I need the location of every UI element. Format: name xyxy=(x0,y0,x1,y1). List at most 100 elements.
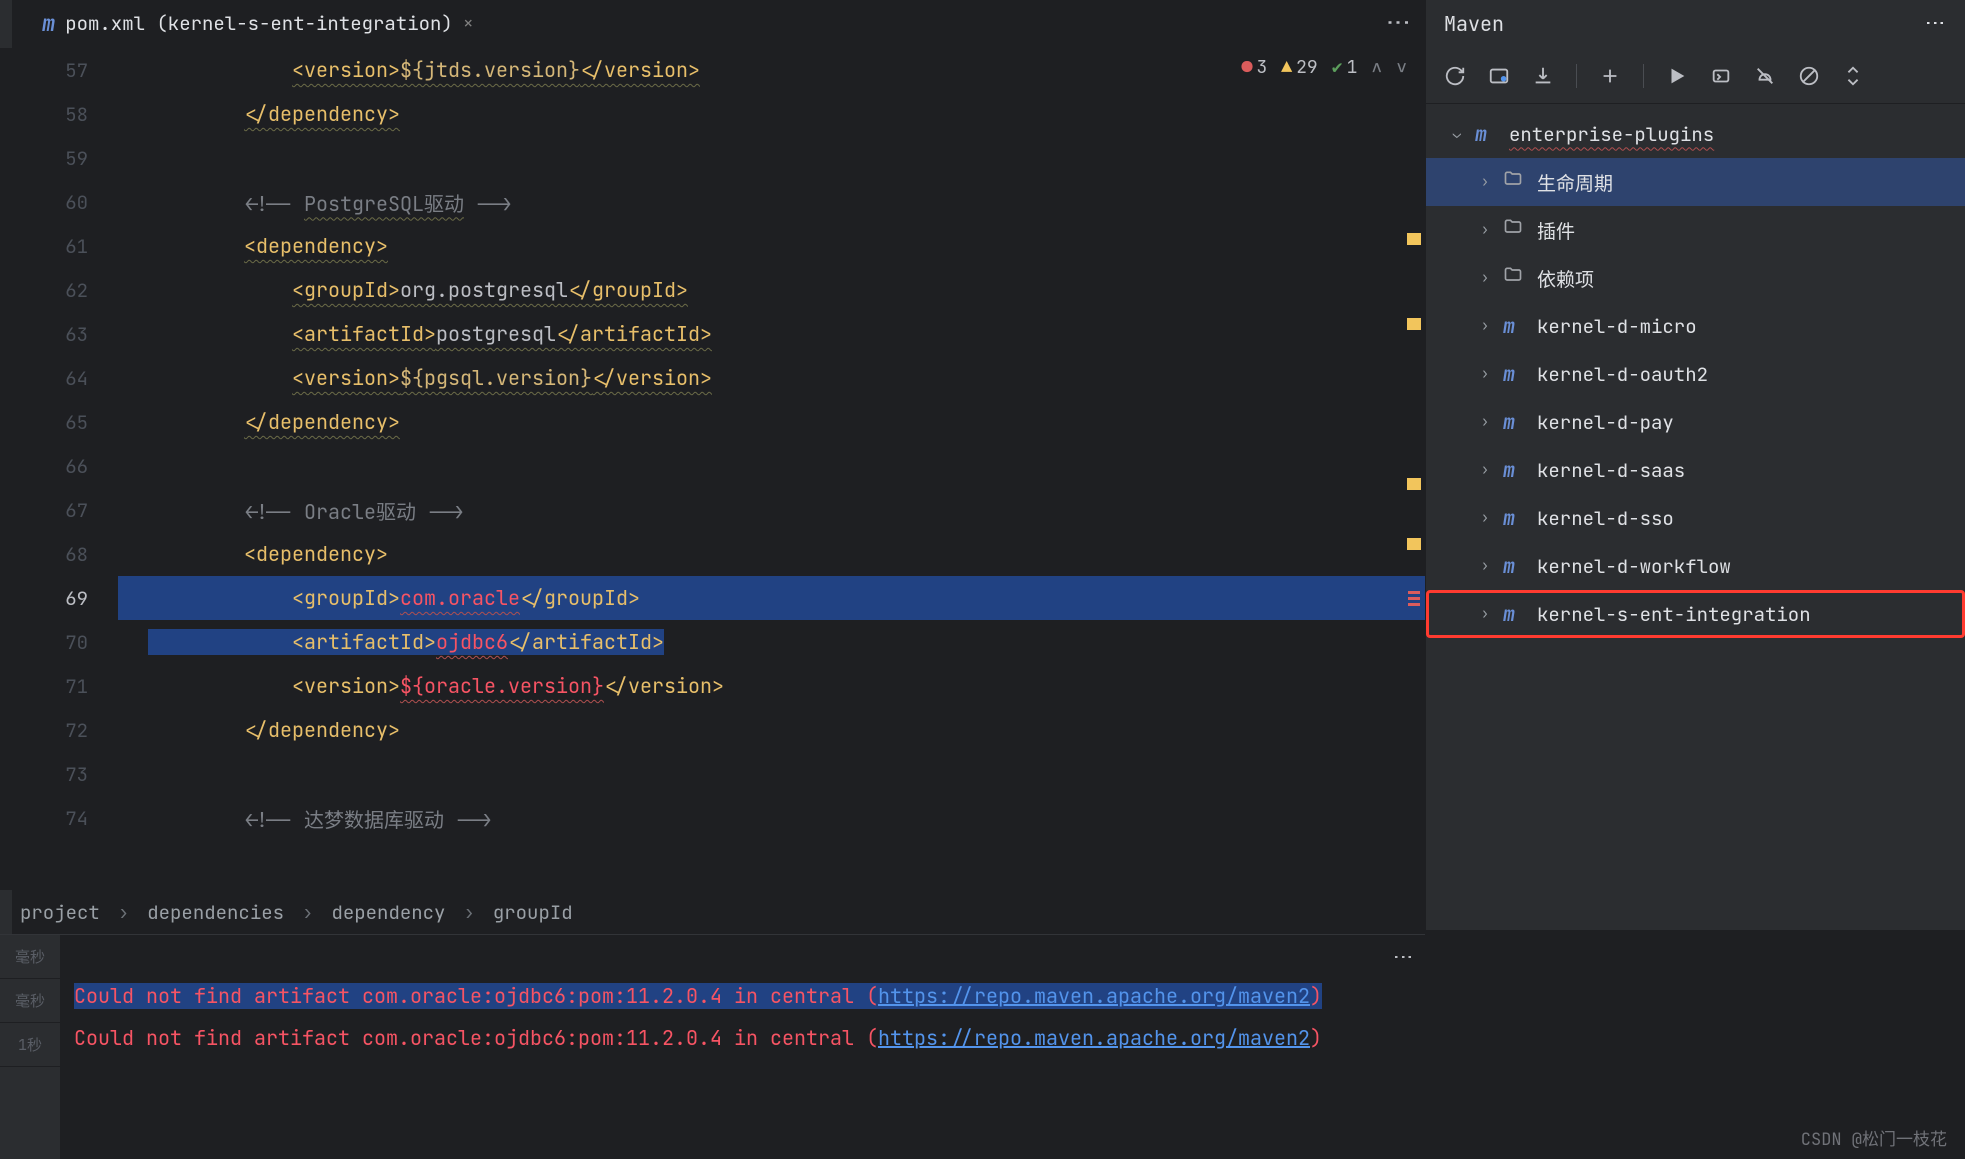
maven-tree-item[interactable]: ›生命周期 xyxy=(1426,158,1965,206)
generate-sources-icon[interactable] xyxy=(1488,65,1510,87)
tab-title: pom.xml (kernel-s-ent-integration) xyxy=(65,11,453,36)
console-line[interactable]: Could not find artifact com.oracle:ojdbc… xyxy=(74,975,1415,1017)
line-number[interactable]: 61 xyxy=(0,224,118,268)
chevron-right-icon[interactable]: › xyxy=(1475,221,1495,239)
line-number[interactable]: 64 xyxy=(0,356,118,400)
maven-node-label: kernel-d-workflow xyxy=(1537,554,1731,579)
line-number[interactable]: 68 xyxy=(0,532,118,576)
inspection-summary[interactable]: ●3 ▲29 ✔1 ∧ ∨ xyxy=(1242,56,1407,79)
ok-icon: ✔ xyxy=(1332,56,1343,79)
line-number[interactable]: 57 xyxy=(0,48,118,92)
build-output-panel: 毫秒 毫秒 1秒 Could not find artifact com.ora… xyxy=(0,934,1425,1159)
maven-tree-item[interactable]: ›mkernel-s-ent-integration xyxy=(1426,590,1965,638)
maven-module-icon: m xyxy=(1503,505,1529,531)
chevron-right-icon[interactable]: › xyxy=(1475,269,1495,287)
maven-tree-item[interactable]: ›mkernel-d-saas xyxy=(1426,446,1965,494)
editor-tab-bar: m pom.xml (kernel-s-ent-integration) × ⋮ xyxy=(0,0,1425,48)
error-marker[interactable] xyxy=(1408,597,1420,600)
line-number[interactable]: 73 xyxy=(0,752,118,796)
warning-marker[interactable] xyxy=(1407,233,1421,245)
maven-node-label: kernel-d-oauth2 xyxy=(1537,362,1708,387)
add-project-icon[interactable] xyxy=(1599,65,1621,87)
line-number[interactable]: 65 xyxy=(0,400,118,444)
chevron-right-icon[interactable]: › xyxy=(1475,317,1495,335)
line-number[interactable]: 71 xyxy=(0,664,118,708)
warning-marker[interactable] xyxy=(1407,318,1421,330)
code-area[interactable]: <version>${jtds.version}</version> </dep… xyxy=(118,48,1425,890)
maven-tree-item[interactable]: ›mkernel-d-oauth2 xyxy=(1426,350,1965,398)
maven-module-icon: m xyxy=(1475,121,1501,147)
maven-node-label: 依赖项 xyxy=(1537,265,1594,292)
chevron-right-icon[interactable]: › xyxy=(1475,509,1495,527)
maven-options-icon[interactable]: ⋮ xyxy=(1923,13,1949,35)
skip-tests-icon[interactable] xyxy=(1798,65,1820,87)
chevron-right-icon[interactable]: › xyxy=(1475,365,1495,383)
maven-module-icon: m xyxy=(1503,601,1529,627)
error-marker[interactable] xyxy=(1408,603,1420,606)
crumb[interactable]: project xyxy=(20,900,100,925)
error-marker[interactable] xyxy=(1408,591,1420,594)
folder-icon xyxy=(1503,265,1529,291)
crumb[interactable]: dependencies xyxy=(147,900,284,925)
line-gutter[interactable]: 57 58 59 60 61 62 63 64 65 66 67 68 69 7… xyxy=(0,48,118,890)
ok-count: 1 xyxy=(1347,56,1358,79)
folder-icon xyxy=(1503,217,1529,243)
line-number[interactable]: 63 xyxy=(0,312,118,356)
chevron-right-icon[interactable]: › xyxy=(1475,461,1495,479)
line-number[interactable]: 72 xyxy=(0,708,118,752)
maven-node-label: kernel-d-sso xyxy=(1537,506,1674,531)
editor-tab[interactable]: m pom.xml (kernel-s-ent-integration) × xyxy=(28,0,488,48)
download-sources-icon[interactable] xyxy=(1532,65,1554,87)
maven-module-icon: m xyxy=(1503,313,1529,339)
chevron-down-icon[interactable]: ⌄ xyxy=(1447,125,1467,143)
maven-tree-item[interactable]: ›插件 xyxy=(1426,206,1965,254)
line-number[interactable]: 62 xyxy=(0,268,118,312)
maven-node-label: kernel-d-pay xyxy=(1537,410,1674,435)
console-line[interactable]: Could not find artifact com.oracle:ojdbc… xyxy=(74,1017,1415,1059)
warning-marker[interactable] xyxy=(1407,538,1421,550)
error-count: 3 xyxy=(1256,56,1267,79)
maven-tree-item[interactable]: › 依赖项 xyxy=(1426,254,1965,302)
run-icon[interactable] xyxy=(1666,65,1688,87)
chevron-right-icon[interactable]: › xyxy=(1475,173,1495,191)
maven-tree-item[interactable]: ›mkernel-d-micro xyxy=(1426,302,1965,350)
breadcrumbs[interactable]: project› dependencies› dependency› group… xyxy=(0,890,1425,934)
console-output[interactable]: Could not find artifact com.oracle:ojdbc… xyxy=(60,935,1425,1159)
chevron-right-icon[interactable]: › xyxy=(1475,557,1495,575)
crumb[interactable]: groupId xyxy=(493,900,573,925)
maven-tree-item[interactable]: ›mkernel-d-workflow xyxy=(1426,542,1965,590)
line-number[interactable]: 60 xyxy=(0,180,118,224)
warning-marker[interactable] xyxy=(1407,478,1421,490)
line-number[interactable]: 70 xyxy=(0,620,118,664)
console-options-icon[interactable]: ⋮ xyxy=(1391,947,1417,969)
maven-tree-item[interactable]: › m kernel-d-sso xyxy=(1426,494,1965,542)
error-stripe[interactable] xyxy=(1407,48,1423,890)
collapse-all-icon[interactable] xyxy=(1842,65,1864,87)
close-tab-icon[interactable]: × xyxy=(463,12,474,35)
line-number[interactable]: 67 xyxy=(0,488,118,532)
prev-highlight-icon[interactable]: ∧ xyxy=(1371,56,1382,79)
maven-toolbar xyxy=(1426,48,1965,104)
line-number[interactable]: 58 xyxy=(0,92,118,136)
chevron-right-icon[interactable]: › xyxy=(1475,413,1495,431)
maven-module-icon: m xyxy=(1503,409,1529,435)
editor: ●3 ▲29 ✔1 ∧ ∨ 57 58 59 60 61 62 63 64 65… xyxy=(0,48,1425,890)
maven-node-label: enterprise-plugins xyxy=(1509,122,1714,147)
next-highlight-icon[interactable]: ∨ xyxy=(1396,56,1407,79)
line-number[interactable]: 69 xyxy=(0,576,118,620)
execute-goal-icon[interactable] xyxy=(1710,65,1732,87)
chevron-right-icon[interactable]: › xyxy=(1475,605,1495,623)
maven-tree-item[interactable]: › m kernel-d-pay xyxy=(1426,398,1965,446)
maven-title: Maven xyxy=(1444,11,1504,37)
line-number[interactable]: 66 xyxy=(0,444,118,488)
reload-icon[interactable] xyxy=(1444,65,1466,87)
tab-options-icon[interactable]: ⋮ xyxy=(1383,11,1414,37)
maven-header: Maven ⋮ xyxy=(1426,0,1965,48)
offline-mode-icon[interactable] xyxy=(1754,65,1776,87)
line-number[interactable]: 74 xyxy=(0,796,118,840)
crumb[interactable]: dependency xyxy=(331,900,445,925)
maven-module-icon: m xyxy=(1503,457,1529,483)
line-number[interactable]: 59 xyxy=(0,136,118,180)
maven-tree[interactable]: ⌄ m enterprise-plugins ›生命周期›插件›依赖项›mker… xyxy=(1426,104,1965,930)
maven-root-project[interactable]: ⌄ m enterprise-plugins xyxy=(1426,110,1965,158)
